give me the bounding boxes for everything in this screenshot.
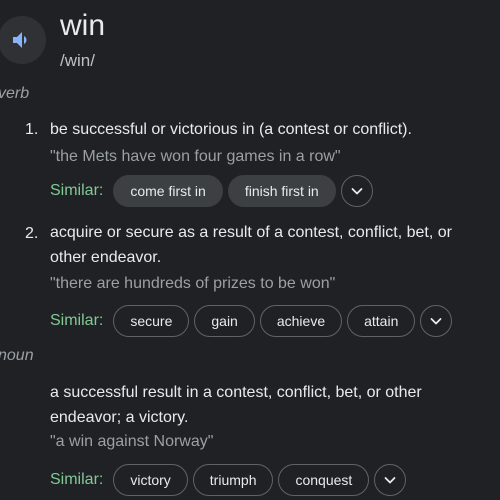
expand-similar-button[interactable] (420, 305, 453, 337)
similar-chip-achieve[interactable]: achieve (259, 305, 343, 337)
similar-row: Similar: secure gain achieve attain (50, 304, 453, 338)
speaker-icon (13, 32, 27, 48)
sense-definition: be successful or victorious in (a contes… (50, 121, 412, 138)
chevron-down-icon (430, 318, 442, 325)
similar-chip-secure[interactable]: secure (113, 305, 190, 337)
sense-example: "the Mets have won four games in a row" (50, 148, 341, 165)
similar-chip-finish-first-in[interactable]: finish first in (227, 175, 336, 207)
similar-chip-triumph[interactable]: triumph (192, 464, 274, 496)
sense-number: 1. (25, 121, 39, 138)
similar-row: Similar: victory triumph conquest (50, 463, 407, 497)
similar-label: Similar: (50, 471, 104, 488)
similar-row: Similar: come first in finish first in (50, 174, 373, 208)
similar-chip-victory[interactable]: victory (113, 464, 188, 496)
sense-definition: a successful result in a contest, confli… (50, 384, 422, 426)
sense-definition: acquire or secure as a result of a conte… (50, 224, 452, 266)
similar-chip-gain[interactable]: gain (194, 305, 255, 337)
part-of-speech-noun: noun (0, 347, 34, 364)
expand-similar-button[interactable] (374, 464, 407, 496)
sense-example: "a win against Norway" (50, 433, 214, 450)
chevron-down-icon (351, 188, 363, 195)
similar-chip-attain[interactable]: attain (347, 305, 416, 337)
sense-example: "there are hundreds of prizes to be won" (50, 275, 336, 292)
pronunciation-speaker-button[interactable] (0, 16, 46, 64)
expand-similar-button[interactable] (340, 175, 373, 207)
headword: win (60, 9, 106, 42)
similar-chip-come-first-in[interactable]: come first in (113, 175, 223, 207)
sense-number: 2. (25, 225, 39, 242)
similar-label: Similar: (50, 182, 104, 199)
phonetic-spelling: /win/ (60, 51, 95, 70)
similar-label: Similar: (50, 312, 104, 329)
chevron-down-icon (384, 477, 396, 484)
part-of-speech-verb: verb (0, 85, 30, 102)
similar-chip-conquest[interactable]: conquest (278, 464, 370, 496)
